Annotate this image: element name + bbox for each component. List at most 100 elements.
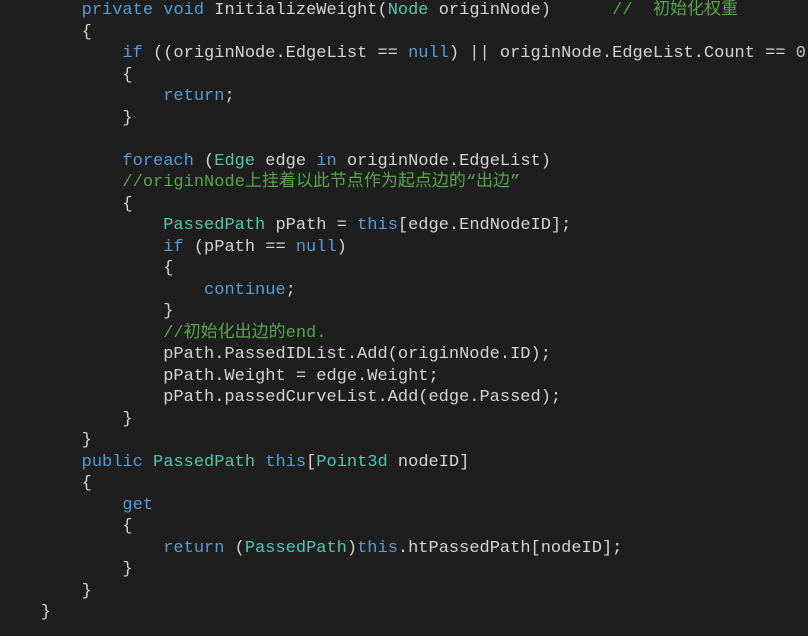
- code-token: this: [265, 453, 306, 472]
- code-line: //originNode上挂着以此节点作为起点边的“出边”: [0, 172, 808, 194]
- code-token: {: [0, 23, 92, 42]
- code-token: ((originNode.EdgeList ==: [143, 44, 408, 63]
- code-token: [: [306, 453, 316, 472]
- code-line: }: [0, 559, 808, 581]
- code-token: nodeID]: [388, 453, 470, 472]
- code-token: PassedPath: [153, 453, 255, 472]
- code-token: }: [0, 431, 92, 450]
- code-token: .htPassedPath[nodeID];: [398, 539, 622, 558]
- code-token: {: [0, 66, 133, 85]
- code-token: [0, 496, 122, 515]
- code-token: {: [0, 517, 133, 536]
- code-token: this: [357, 216, 398, 235]
- code-line: pPath.Weight = edge.Weight;: [0, 366, 808, 388]
- code-token: Node: [388, 1, 429, 20]
- code-token: in: [316, 152, 336, 171]
- code-token: null: [408, 44, 449, 63]
- code-line: get: [0, 495, 808, 517]
- code-token: [255, 453, 265, 472]
- code-token: (pPath ==: [184, 238, 296, 257]
- code-line: continue;: [0, 280, 808, 302]
- code-token: return: [163, 87, 224, 106]
- code-token: originNode.EdgeList): [337, 152, 551, 171]
- code-token: }: [0, 410, 133, 429]
- code-line: {: [0, 258, 808, 280]
- code-token: [0, 216, 163, 235]
- code-token: // 初始化权重: [612, 1, 738, 20]
- code-token: Point3d: [316, 453, 387, 472]
- code-token: foreach: [122, 152, 193, 171]
- code-token: if: [163, 238, 183, 257]
- code-line: }: [0, 301, 808, 323]
- code-token: }: [0, 109, 133, 128]
- code-token: //初始化出边的end.: [163, 324, 326, 343]
- code-token: {: [0, 195, 133, 214]
- code-line: foreach (Edge edge in originNode.EdgeLis…: [0, 151, 808, 173]
- code-token: //originNode上挂着以此节点作为起点边的“出边”: [122, 173, 520, 192]
- code-token: public: [82, 453, 143, 472]
- code-token: ): [337, 238, 347, 257]
- code-token: [0, 130, 10, 149]
- code-token: if: [122, 44, 142, 63]
- code-token: PassedPath: [163, 216, 265, 235]
- code-line: }: [0, 581, 808, 603]
- code-token: (: [194, 152, 214, 171]
- code-token: [0, 238, 163, 257]
- code-token: pPath.PassedIDList.Add(originNode.ID);: [0, 345, 551, 364]
- code-line: if ((originNode.EdgeList == null) || ori…: [0, 43, 808, 65]
- code-token: }: [0, 302, 173, 321]
- code-editor[interactable]: private void InitializeWeight(Node origi…: [0, 0, 808, 624]
- code-token: get: [122, 496, 153, 515]
- code-token: pPath.passedCurveList.Add(edge.Passed);: [0, 388, 561, 407]
- code-line: }: [0, 602, 808, 624]
- code-token: private: [82, 1, 153, 20]
- code-line: {: [0, 194, 808, 216]
- code-token: void: [163, 1, 204, 20]
- code-line: //初始化出边的end.: [0, 323, 808, 345]
- code-token: [143, 453, 153, 472]
- code-line: pPath.PassedIDList.Add(originNode.ID);: [0, 344, 808, 366]
- code-token: originNode): [429, 1, 613, 20]
- code-token: [edge.EndNodeID];: [398, 216, 571, 235]
- code-token: [0, 87, 163, 106]
- code-token: }: [0, 603, 51, 622]
- code-line: if (pPath == null): [0, 237, 808, 259]
- code-line: public PassedPath this[Point3d nodeID]: [0, 452, 808, 474]
- code-line: return (PassedPath)this.htPassedPath[nod…: [0, 538, 808, 560]
- code-token: ): [347, 539, 357, 558]
- code-token: [0, 44, 122, 63]
- code-token: pPath =: [265, 216, 357, 235]
- code-line: {: [0, 22, 808, 44]
- code-token: ;: [286, 281, 296, 300]
- code-token: Edge: [214, 152, 255, 171]
- code-token: {: [0, 474, 92, 493]
- code-token: }: [0, 582, 92, 601]
- code-token: [0, 152, 122, 171]
- code-token: ) || originNode.EdgeList.Count ==: [449, 44, 796, 63]
- code-token: {: [0, 259, 173, 278]
- code-token: [153, 1, 163, 20]
- code-token: return: [163, 539, 224, 558]
- code-token: ;: [224, 87, 234, 106]
- code-token: [0, 173, 122, 192]
- code-line: {: [0, 516, 808, 538]
- code-token: null: [296, 238, 337, 257]
- code-token: InitializeWeight(: [204, 1, 388, 20]
- code-line: return;: [0, 86, 808, 108]
- code-token: [0, 1, 82, 20]
- code-token: [0, 539, 163, 558]
- code-line: private void InitializeWeight(Node origi…: [0, 0, 808, 22]
- code-token: }: [0, 560, 133, 579]
- code-line: }: [0, 409, 808, 431]
- code-token: edge: [255, 152, 316, 171]
- code-line: }: [0, 108, 808, 130]
- code-token: pPath.Weight = edge.Weight;: [0, 367, 439, 386]
- code-token: 0: [796, 44, 806, 63]
- code-line: [0, 129, 808, 151]
- code-token: PassedPath: [245, 539, 347, 558]
- code-line: pPath.passedCurveList.Add(edge.Passed);: [0, 387, 808, 409]
- code-line: }: [0, 430, 808, 452]
- code-token: [0, 281, 204, 300]
- code-line: {: [0, 65, 808, 87]
- code-token: [0, 453, 82, 472]
